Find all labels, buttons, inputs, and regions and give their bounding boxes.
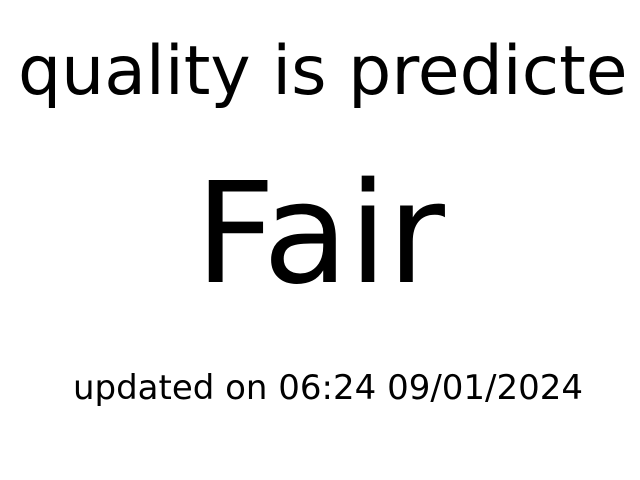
status-display-screen: quality is predicte Fair updated on 06:2… <box>0 0 640 480</box>
quality-rating: Fair <box>195 153 445 316</box>
updated-timestamp: updated on 06:24 09/01/2024 <box>72 368 584 408</box>
quality-headline: quality is predicte <box>18 32 628 111</box>
